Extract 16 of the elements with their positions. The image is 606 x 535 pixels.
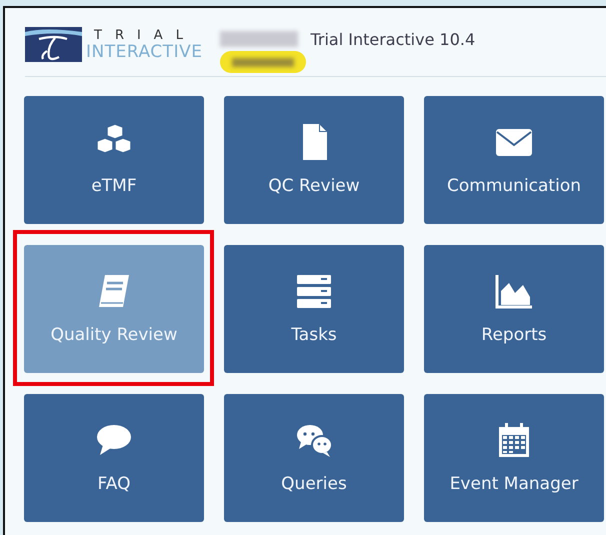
server-icon: [295, 273, 333, 309]
area-chart-icon: [495, 273, 533, 309]
logo-text: INTERACTIVE: [86, 43, 202, 61]
module-tile[interactable]: Tasks: [224, 245, 404, 373]
module-tile[interactable]: Reports: [424, 245, 604, 373]
module-tile[interactable]: Queries: [224, 394, 404, 522]
app-title: Trial Interactive 10.4: [310, 31, 476, 49]
module-tile[interactable]: FAQ: [24, 394, 204, 522]
speech-bubble-icon: [95, 422, 133, 458]
module-tile[interactable]: eTMF: [24, 96, 204, 224]
module-tile[interactable]: QC Review: [224, 96, 404, 224]
logo-text: TRIAL: [93, 28, 197, 43]
module-tile[interactable]: Communication: [424, 96, 604, 224]
chat-icon: [295, 422, 333, 458]
module-tile[interactable]: Event Manager: [424, 394, 604, 522]
logo-icon: [25, 27, 82, 62]
